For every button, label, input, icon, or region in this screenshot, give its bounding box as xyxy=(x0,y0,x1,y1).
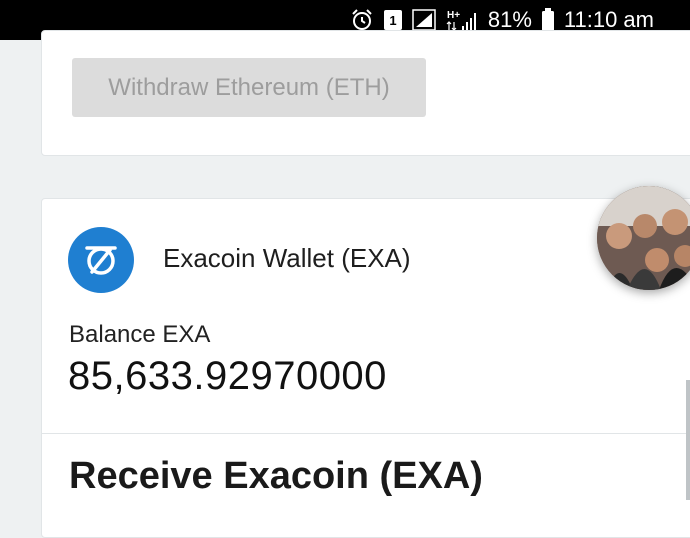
signal-icon xyxy=(412,9,436,31)
scrollbar[interactable] xyxy=(686,380,690,500)
sim-icon: 1 xyxy=(383,9,403,31)
network-icon: H+ xyxy=(445,8,479,32)
card-divider xyxy=(41,433,690,434)
receive-heading: Receive Exacoin (EXA) xyxy=(69,455,483,497)
exacoin-logo-icon xyxy=(68,227,134,293)
withdraw-eth-button[interactable]: Withdraw Ethereum (ETH) xyxy=(72,58,426,117)
sim-badge: 1 xyxy=(389,13,396,28)
network-type: H+ xyxy=(447,10,460,21)
balance-value: 85,633.92970000 xyxy=(68,354,387,398)
chat-head-avatar[interactable] xyxy=(597,186,690,290)
alarm-icon xyxy=(350,8,374,32)
battery-icon xyxy=(541,8,555,32)
balance-label: Balance EXA xyxy=(69,321,211,348)
wallet-title: Exacoin Wallet (EXA) xyxy=(163,243,411,273)
